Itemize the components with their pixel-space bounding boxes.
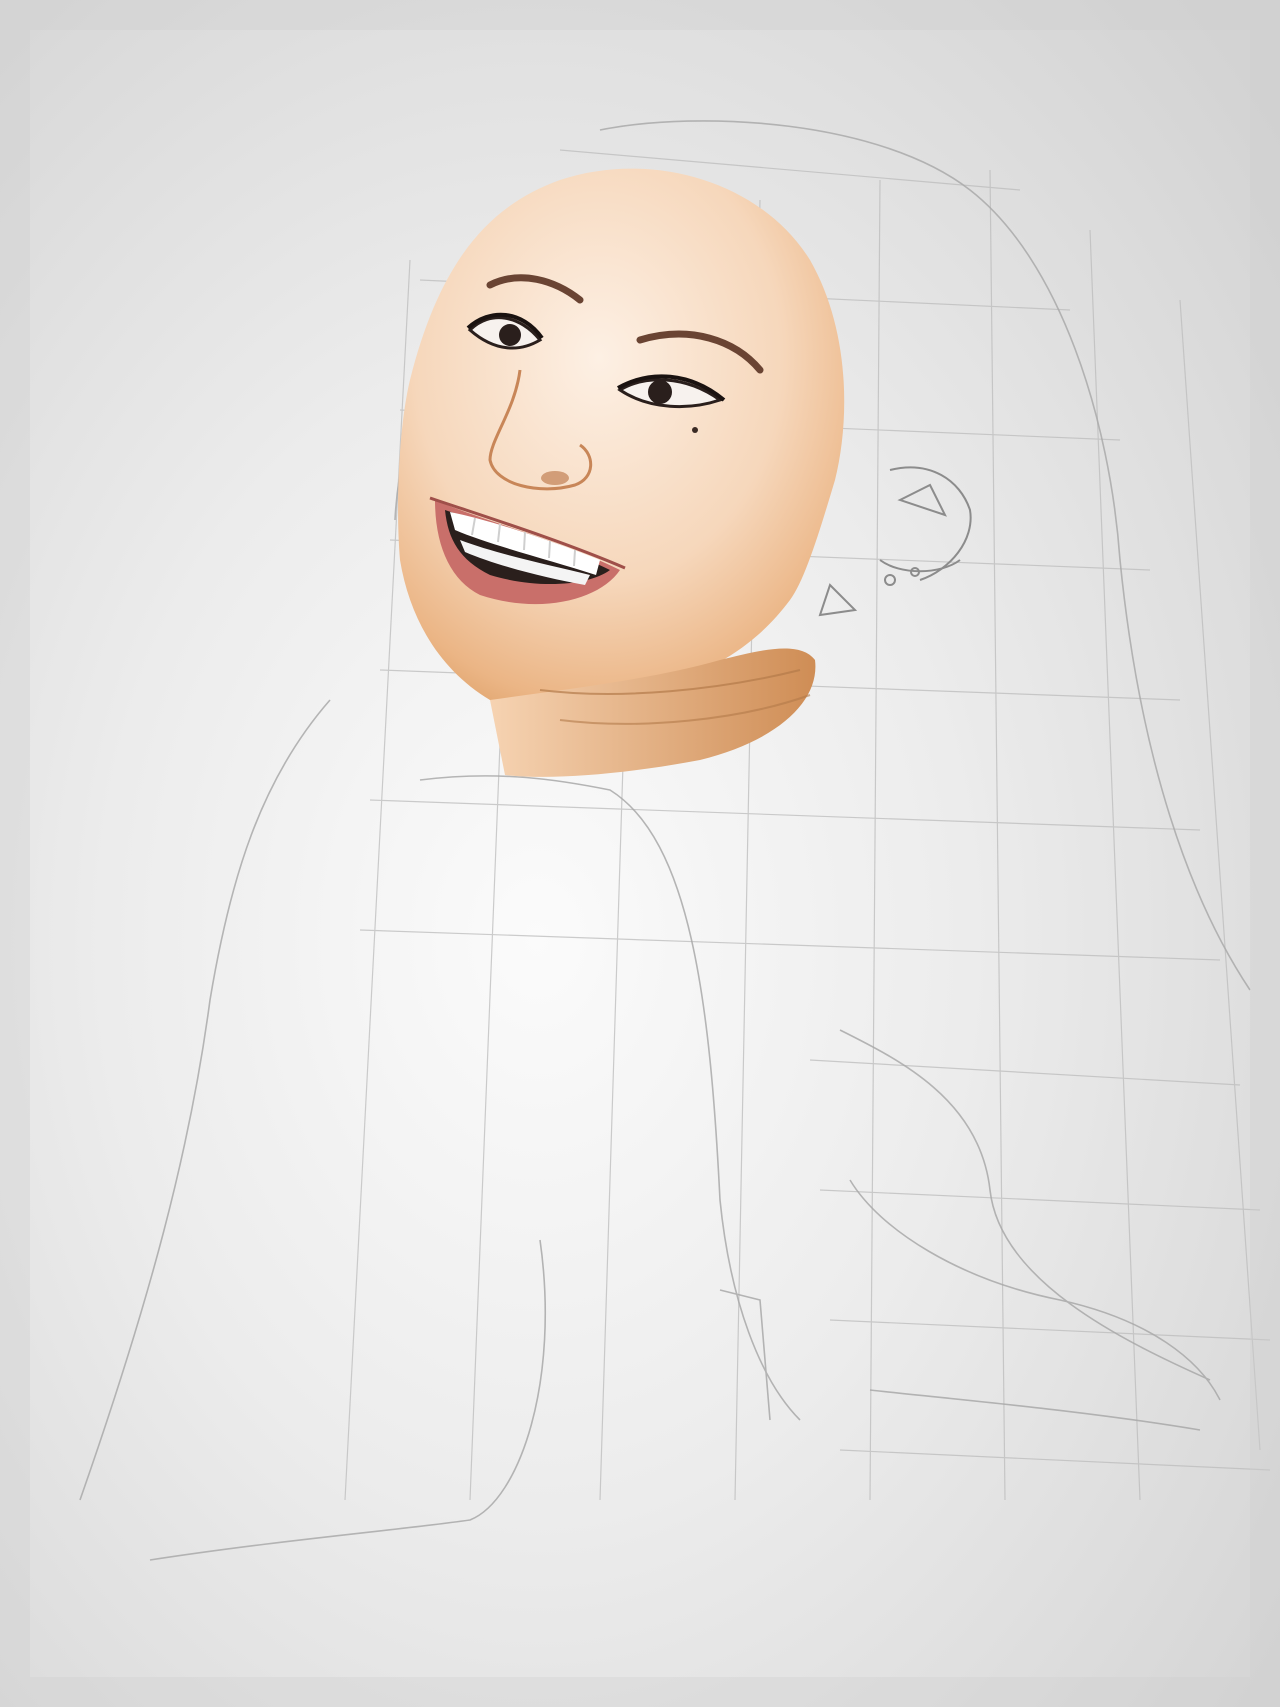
photo-scene — [0, 0, 1280, 1707]
drawing-paper-photo — [0, 0, 1280, 1707]
